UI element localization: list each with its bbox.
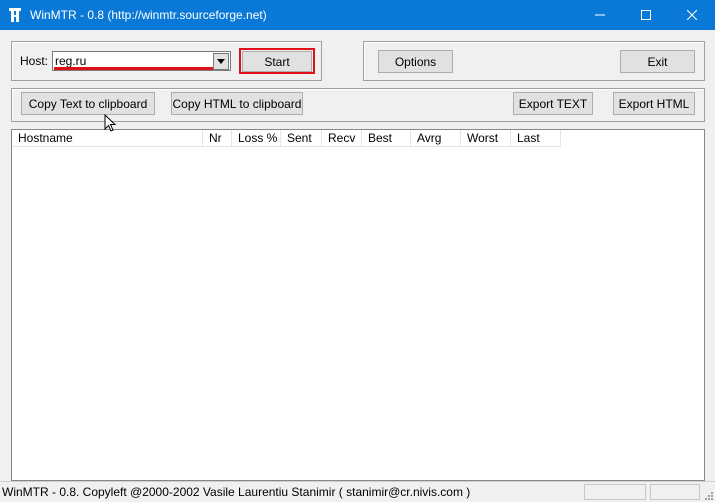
chevron-down-icon <box>217 59 225 64</box>
export-html-button[interactable]: Export HTML <box>613 92 695 115</box>
column-header-recv[interactable]: Recv <box>322 130 362 146</box>
column-header-last[interactable]: Last <box>511 130 561 146</box>
column-header-best[interactable]: Best <box>362 130 411 146</box>
host-dropdown-button[interactable] <box>213 53 229 70</box>
close-icon <box>687 10 697 20</box>
minimize-icon <box>595 14 605 16</box>
options-button[interactable]: Options <box>378 50 453 73</box>
title-bar[interactable]: WinMTR - 0.8 (http://winmtr.sourceforge.… <box>0 0 715 30</box>
maximize-button[interactable] <box>623 0 669 30</box>
status-pane <box>650 484 700 500</box>
column-header-avrg[interactable]: Avrg <box>411 130 461 146</box>
column-header-nr[interactable]: Nr <box>203 130 232 146</box>
copy-html-button[interactable]: Copy HTML to clipboard <box>171 92 303 115</box>
close-button[interactable] <box>669 0 715 30</box>
column-header-hostname[interactable]: Hostname <box>12 130 203 146</box>
mouse-cursor-icon <box>104 114 116 132</box>
winmtr-app-icon <box>9 8 21 22</box>
column-header-loss[interactable]: Loss % <box>232 130 281 146</box>
minimize-button[interactable] <box>577 0 623 30</box>
column-header-sent[interactable]: Sent <box>281 130 322 146</box>
results-table[interactable]: Hostname Nr Loss % Sent Recv Best Avrg W… <box>11 129 705 481</box>
window-title: WinMTR - 0.8 (http://winmtr.sourceforge.… <box>30 8 267 22</box>
client-area: Host: Start Options Exit Copy Text to cl… <box>0 30 715 502</box>
column-header-worst[interactable]: Worst <box>461 130 511 146</box>
status-pane <box>584 484 646 500</box>
maximize-icon <box>641 10 651 20</box>
start-highlight-annotation <box>239 48 315 74</box>
exit-button[interactable]: Exit <box>620 50 695 73</box>
host-underline-annotation <box>54 67 213 70</box>
status-bar: WinMTR - 0.8. Copyleft @2000-2002 Vasile… <box>0 481 715 502</box>
copy-text-button[interactable]: Copy Text to clipboard <box>21 92 155 115</box>
host-label: Host: <box>20 54 49 68</box>
table-header: Hostname Nr Loss % Sent Recv Best Avrg W… <box>12 130 561 147</box>
status-text: WinMTR - 0.8. Copyleft @2000-2002 Vasile… <box>2 485 471 499</box>
resize-grip-icon[interactable] <box>702 489 714 501</box>
export-text-button[interactable]: Export TEXT <box>513 92 593 115</box>
